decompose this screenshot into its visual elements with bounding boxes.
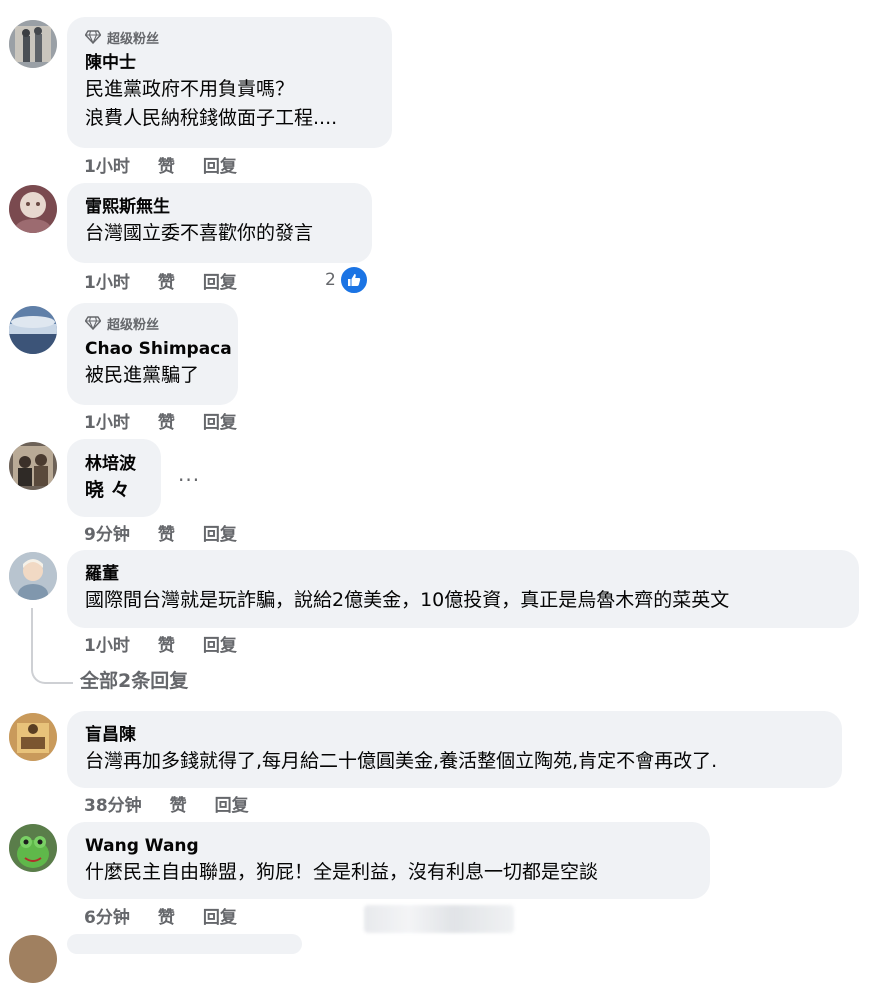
comment-bubble: 林培波 晓 々 [67, 439, 161, 517]
comment-time[interactable]: 6分钟 [84, 903, 130, 928]
comment-bubble: 盲昌陳 台灣再加多錢就得了,每月給二十億圓美金,養活整個立陶苑,肯定不會再改了. [67, 711, 842, 788]
comment-actions: 6分钟 赞 回复 [84, 903, 265, 928]
reaction-summary[interactable]: 2 [325, 265, 369, 295]
reply-button[interactable]: 回复 [203, 631, 237, 656]
comment-text-line: 台灣國立委不喜歡你的發言 [85, 222, 314, 244]
watermark [364, 905, 514, 933]
avatar[interactable] [9, 935, 57, 983]
comment-author[interactable]: Chao Shimpaca [85, 337, 232, 361]
avatar[interactable] [9, 824, 57, 872]
comment-bubble: Wang Wang 什麼民主自由聯盟，狗屁！全是利益，沒有利息一切都是空談 [67, 822, 710, 899]
avatar[interactable] [9, 713, 57, 761]
comment-time[interactable]: 38分钟 [84, 791, 142, 816]
comment-text-line: 浪費人民納稅錢做面子工程.... [85, 107, 338, 129]
reply-button[interactable]: 回复 [203, 903, 237, 928]
comment-bubble: 羅董 國際間台灣就是玩詐騙，說給2億美金，10億投資，真正是烏魯木齊的菜英文 [67, 550, 859, 628]
comment-author[interactable]: 盲昌陳 [85, 723, 824, 747]
comment-bubble: 超级粉丝 陳中士 民進黨政府不用負責嗎？ 浪費人民納稅錢做面子工程.... [67, 17, 392, 148]
like-button[interactable]: 赞 [158, 903, 175, 928]
comment-time[interactable]: 1小时 [84, 408, 130, 433]
like-button[interactable]: 赞 [170, 791, 187, 816]
badge-label: 超级粉丝 [107, 317, 160, 333]
diamond-icon [85, 316, 101, 330]
reply-button[interactable]: 回复 [203, 520, 237, 545]
view-replies-link[interactable]: 全部2条回复 [80, 666, 188, 693]
top-fan-badge: 超级粉丝 [85, 313, 220, 333]
comment-actions: 1小时 赞 回复 [84, 268, 265, 293]
comment-actions: 1小时 赞 回复 [84, 152, 265, 177]
comment-text-line: 民進黨政府不用負責嗎？ [85, 78, 295, 100]
like-button[interactable]: 赞 [158, 152, 175, 177]
comment-time[interactable]: 1小时 [84, 152, 130, 177]
diamond-icon [85, 30, 101, 44]
comment-time[interactable]: 9分钟 [84, 520, 130, 545]
avatar[interactable] [9, 442, 57, 490]
comment-text-line: 台灣再加多錢就得了,每月給二十億圓美金,養活整個立陶苑,肯定不會再改了. [85, 750, 718, 772]
reply-button[interactable]: 回复 [203, 408, 237, 433]
comment-bubble: 超级粉丝 Chao Shimpaca 被民進黨騙了 [67, 303, 238, 405]
comment-time[interactable]: 1小时 [84, 631, 130, 656]
badge-label: 超级粉丝 [107, 31, 160, 47]
comment-actions: 1小时 赞 回复 [84, 631, 265, 656]
more-options-button[interactable]: ··· [178, 468, 200, 492]
top-fan-badge: 超级粉丝 [85, 27, 374, 47]
reply-button[interactable]: 回复 [203, 268, 237, 293]
avatar[interactable] [9, 20, 57, 68]
comment-author[interactable]: 陳中士 [85, 51, 374, 75]
comment-time[interactable]: 1小时 [84, 268, 130, 293]
thread-connector [31, 608, 73, 684]
comment-author[interactable]: 雷熙斯無生 [85, 195, 354, 219]
comment-text-line: 晓 々 [85, 479, 130, 501]
comment-bubble: 雷熙斯無生 台灣國立委不喜歡你的發言 [67, 183, 372, 263]
comment-bubble [67, 934, 302, 954]
comment-text-line: 被民進黨騙了 [85, 364, 200, 386]
thumbs-up-icon [338, 265, 369, 295]
like-button[interactable]: 赞 [158, 631, 175, 656]
comment-author[interactable]: 羅董 [85, 562, 841, 586]
comment-text-line: 什麼民主自由聯盟，狗屁！全是利益，沒有利息一切都是空談 [85, 861, 599, 883]
comment-author[interactable]: 林培波 [85, 452, 143, 476]
comment-author[interactable]: Wang Wang [85, 834, 692, 858]
reply-button[interactable]: 回复 [203, 152, 237, 177]
avatar[interactable] [9, 552, 57, 600]
avatar[interactable] [9, 185, 57, 233]
like-button[interactable]: 赞 [158, 408, 175, 433]
like-button[interactable]: 赞 [158, 520, 175, 545]
comment-actions: 9分钟 赞 回复 [84, 520, 265, 545]
reply-button[interactable]: 回复 [215, 791, 249, 816]
like-button[interactable]: 赞 [158, 268, 175, 293]
avatar[interactable] [9, 306, 57, 354]
comment-actions: 1小时 赞 回复 [84, 408, 265, 433]
reaction-count: 2 [325, 270, 336, 290]
comment-item: 林培波 晓 々 ··· [0, 438, 879, 518]
comment-actions: 38分钟 赞 回复 [84, 791, 277, 816]
comment-text-line: 國際間台灣就是玩詐騙，說給2億美金，10億投資，真正是烏魯木齊的菜英文 [85, 589, 730, 611]
